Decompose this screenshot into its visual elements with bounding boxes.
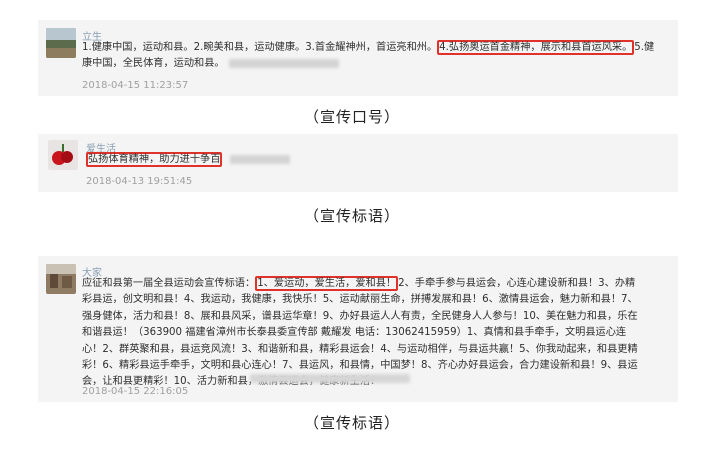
- avatar-image: [46, 264, 76, 294]
- comment-text: 1.健康中国，运动和县。2.畹美和县，运动健康。3.首金耀神州，首运亮和州。 4.…: [82, 40, 662, 73]
- highlighted-slogan: 4.弘扬奥运首金精神，展示和县首运风采。: [437, 40, 635, 55]
- comment-text-after: 2、手牵手参与县运会，心连心建设新和县！3、办精彩县运，创文明和县！4、我运动，…: [82, 278, 638, 388]
- avatar[interactable]: [48, 140, 78, 170]
- comment-text: 弘扬体育精神，助力进十争百: [86, 152, 646, 168]
- comment-text-before: 1.健康中国，运动和县。2.畹美和县，运动健康。3.首金耀神州，首运亮和州。: [82, 42, 438, 53]
- caption: （宣传标语）: [303, 207, 400, 225]
- avatar-image: [48, 140, 78, 170]
- comment-text-before: 应征和县第一届全县运动会宣传标语：: [82, 278, 256, 289]
- caption: （宣传标语）: [303, 414, 400, 432]
- caption: （宣传口号）: [303, 108, 400, 126]
- avatar-image: [46, 28, 76, 58]
- blurred-text: [228, 58, 339, 68]
- timestamp: 2018-04-13 19:51:45: [86, 176, 193, 187]
- timestamp: 2018-04-15 22:16:05: [82, 386, 189, 397]
- timestamp: 2018-04-15 11:23:57: [82, 80, 189, 91]
- blurred-text: [250, 374, 410, 383]
- blurred-text: [230, 154, 291, 164]
- highlighted-slogan: 弘扬体育精神，助力进十争百: [86, 152, 223, 167]
- highlighted-slogan: 1、爱运动，爱生活，爱和县！: [255, 276, 399, 291]
- avatar[interactable]: [46, 28, 76, 58]
- avatar[interactable]: [46, 264, 76, 294]
